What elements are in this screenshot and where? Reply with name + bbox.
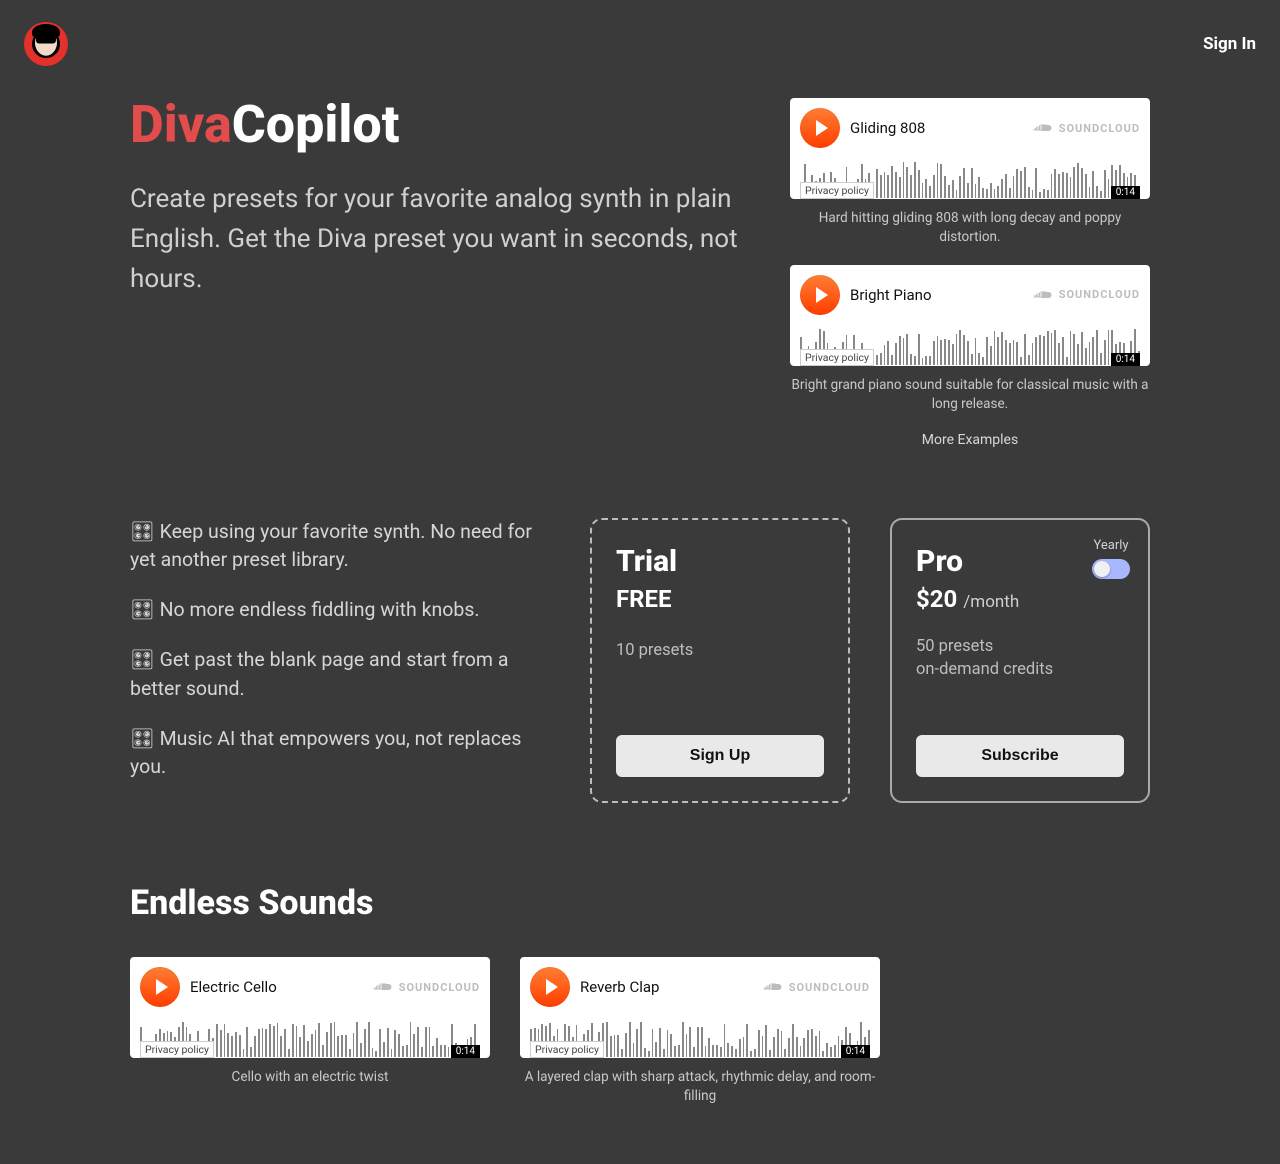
track-title[interactable]: Gliding 808 (850, 119, 925, 137)
plan-note: on-demand credits (916, 658, 1124, 681)
play-icon[interactable] (800, 108, 840, 148)
soundcloud-card: Electric Cello SOUNDCLOUD Privacy policy… (130, 957, 490, 1058)
title-rest: Copilot (232, 94, 400, 155)
soundcloud-brand[interactable]: SOUNDCLOUD (373, 981, 480, 994)
soundcloud-card: Bright Piano SOUNDCLOUD Privacy policy 0… (790, 265, 1150, 366)
plan-pro: Yearly Pro $20 /month 50 presets on-dema… (890, 518, 1150, 804)
soundcloud-icon (1033, 289, 1053, 301)
duration-badge: 0:14 (1111, 186, 1140, 199)
plan-note: 50 presets (916, 635, 1124, 658)
track-title[interactable]: Reverb Clap (580, 978, 659, 996)
example-caption: Bright grand piano sound suitable for cl… (790, 376, 1150, 414)
duration-badge: 0:14 (841, 1045, 870, 1058)
example-caption: A layered clap with sharp attack, rhythm… (520, 1068, 880, 1106)
example-caption: Cello with an electric twist (130, 1068, 490, 1087)
section-heading: Endless Sounds (130, 883, 1150, 923)
soundcloud-icon (1033, 122, 1053, 134)
soundcloud-brand[interactable]: SOUNDCLOUD (1033, 122, 1140, 135)
signup-button[interactable]: Sign Up (616, 735, 824, 777)
benefit-item: 🎛 Keep using your favorite synth. No nee… (130, 518, 550, 575)
play-icon[interactable] (800, 275, 840, 315)
benefit-item: 🎛 Get past the blank page and start from… (130, 646, 550, 703)
title-accent: Diva (130, 94, 232, 155)
plan-note: 10 presets (616, 639, 824, 662)
plan-trial: Trial FREE 10 presets Sign Up (590, 518, 850, 804)
yearly-toggle[interactable]: Yearly (1092, 538, 1130, 579)
more-examples-link[interactable]: More Examples (790, 432, 1150, 448)
soundcloud-brand[interactable]: SOUNDCLOUD (1033, 288, 1140, 301)
track-title[interactable]: Bright Piano (850, 286, 932, 304)
plan-price: FREE (616, 585, 824, 613)
soundcloud-icon (373, 981, 393, 993)
plan-name: Trial (616, 544, 824, 579)
privacy-link[interactable]: Privacy policy (800, 182, 874, 199)
duration-badge: 0:14 (451, 1045, 480, 1058)
subscribe-button[interactable]: Subscribe (916, 735, 1124, 777)
soundcloud-card: Gliding 808 SOUNDCLOUD Privacy policy 0:… (790, 98, 1150, 199)
soundcloud-icon (763, 981, 783, 993)
benefits-list: 🎛 Keep using your favorite synth. No nee… (130, 518, 550, 804)
soundcloud-card: Reverb Clap SOUNDCLOUD Privacy policy 0:… (520, 957, 880, 1058)
privacy-link[interactable]: Privacy policy (530, 1041, 604, 1058)
hero-subtitle: Create presets for your favorite analog … (130, 179, 740, 300)
page-title: DivaCopilot (130, 98, 740, 153)
example-caption: Hard hitting gliding 808 with long decay… (790, 209, 1150, 247)
yearly-label: Yearly (1092, 538, 1130, 553)
top-nav: Sign In (0, 0, 1280, 80)
plan-price: $20 /month (916, 585, 1124, 613)
sign-in-link[interactable]: Sign In (1203, 34, 1256, 54)
duration-badge: 0:14 (1111, 353, 1140, 366)
toggle-switch[interactable] (1092, 559, 1130, 579)
soundcloud-brand[interactable]: SOUNDCLOUD (763, 981, 870, 994)
privacy-link[interactable]: Privacy policy (800, 349, 874, 366)
avatar-logo[interactable] (24, 22, 68, 66)
track-title[interactable]: Electric Cello (190, 978, 277, 996)
benefit-item: 🎛 No more endless fiddling with knobs. (130, 596, 550, 624)
privacy-link[interactable]: Privacy policy (140, 1041, 214, 1058)
play-icon[interactable] (530, 967, 570, 1007)
play-icon[interactable] (140, 967, 180, 1007)
benefit-item: 🎛 Music AI that empowers you, not replac… (130, 725, 550, 782)
